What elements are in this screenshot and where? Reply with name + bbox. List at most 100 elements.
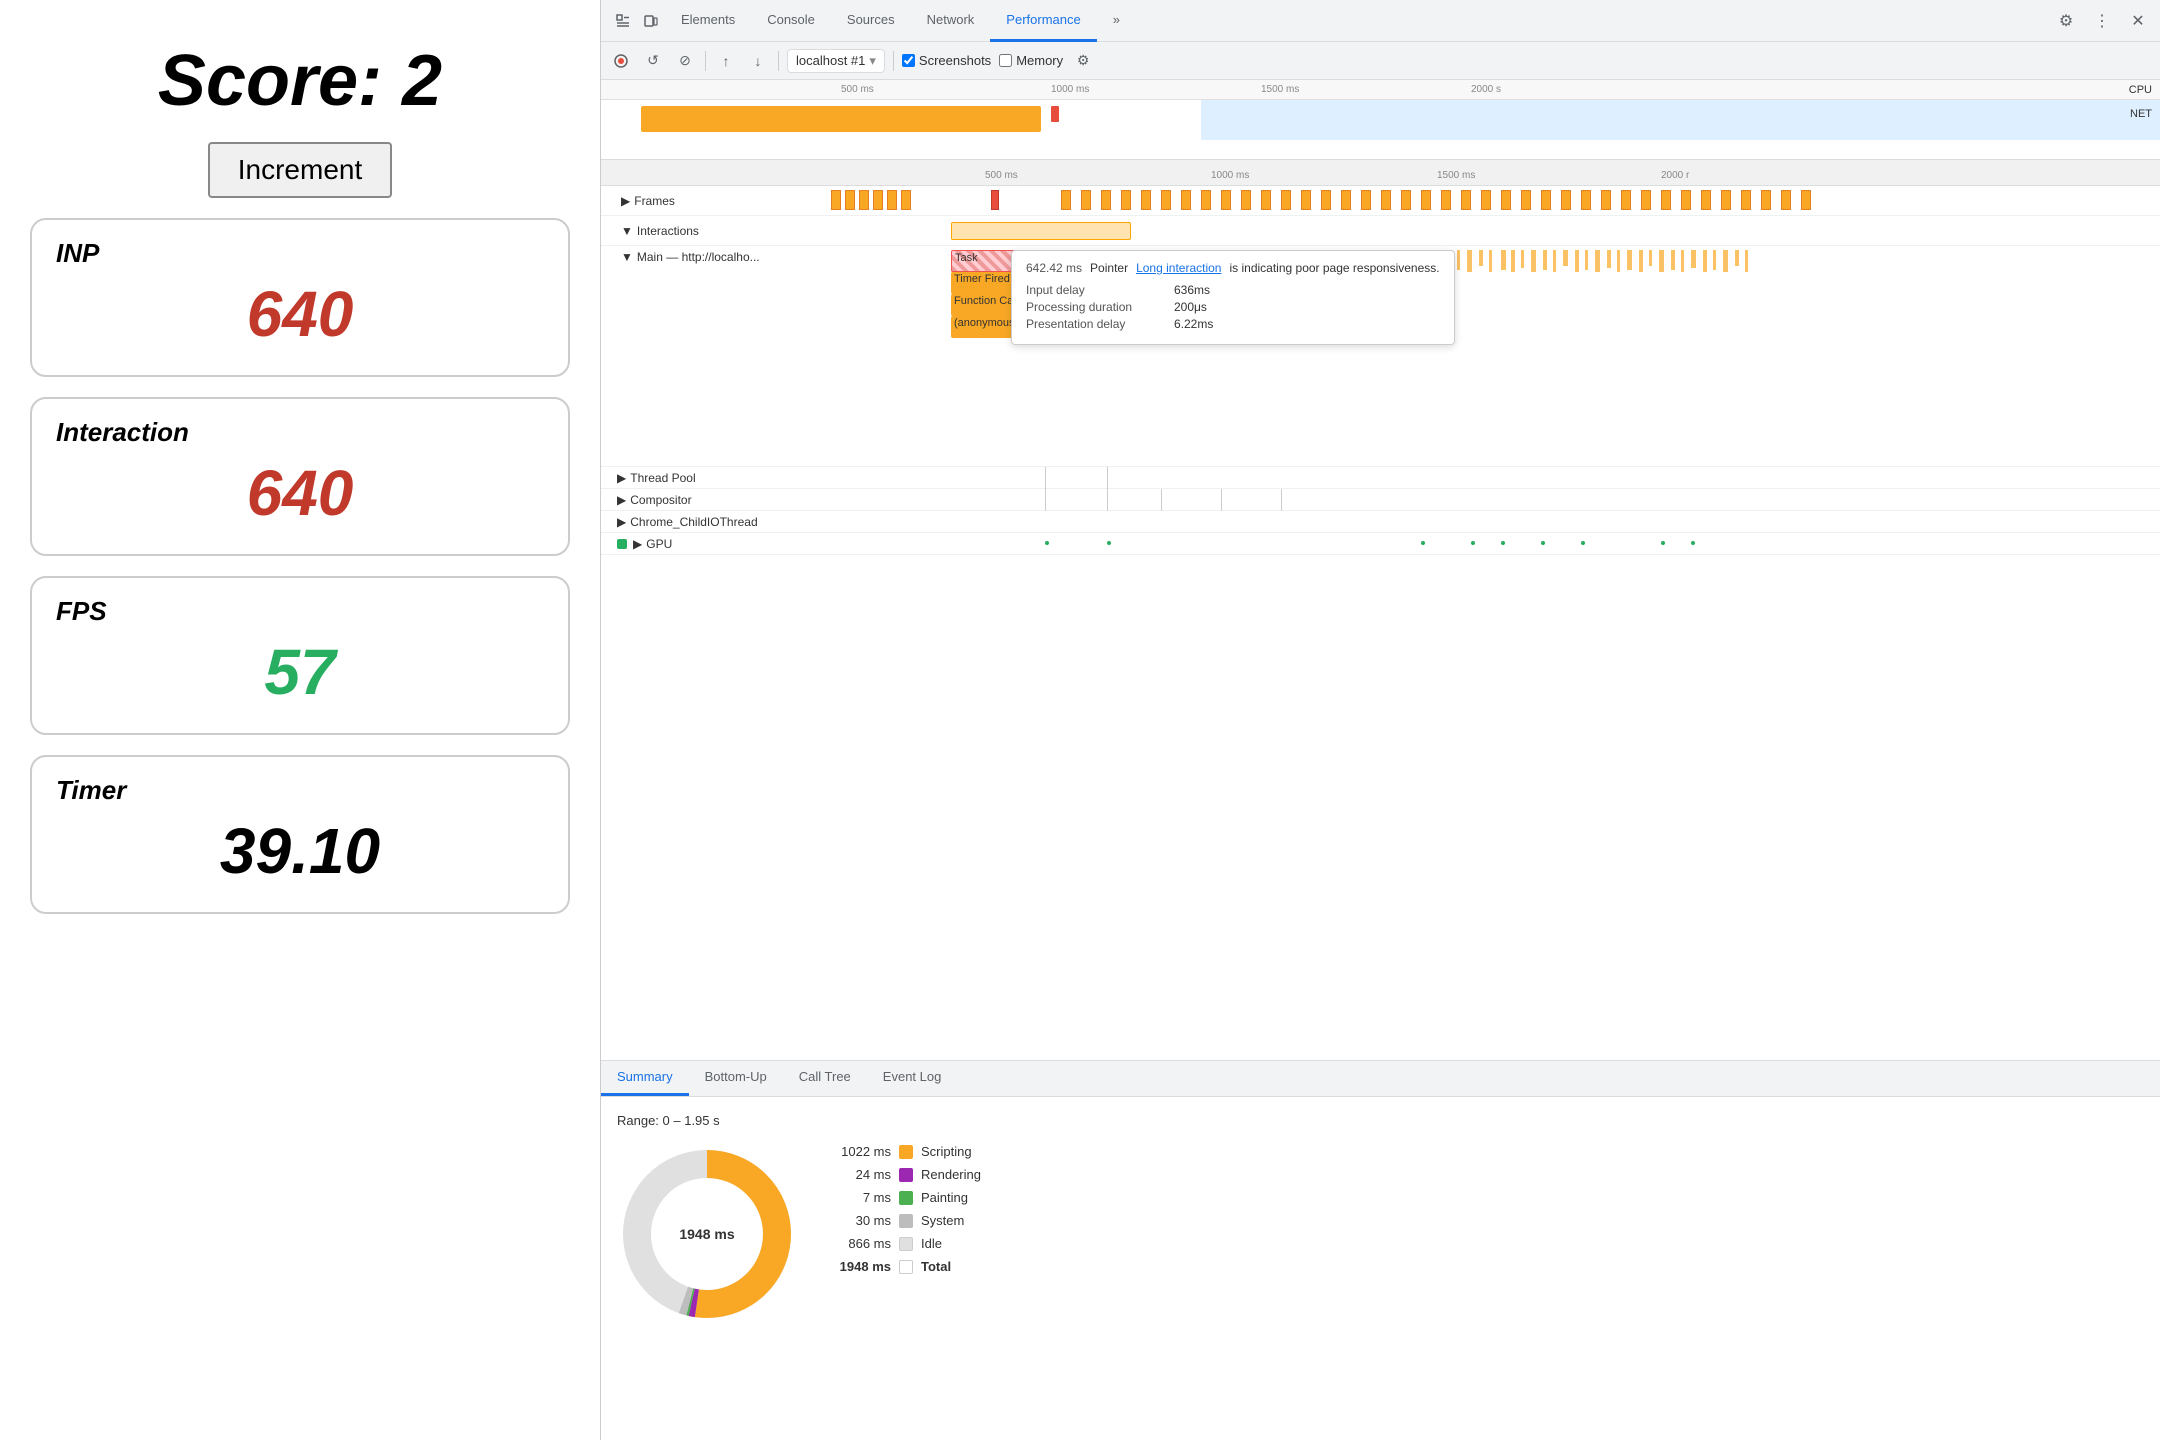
tooltip-processing-label: Processing duration (1026, 300, 1166, 314)
painting-name: Painting (921, 1190, 968, 1205)
legend: 1022 ms Scripting 24 ms Rendering 7 ms P… (821, 1144, 981, 1274)
compositor-label[interactable]: ▶ Compositor (601, 493, 821, 507)
cpu-label: CPU (2129, 84, 2152, 96)
separator2 (778, 51, 779, 71)
tab-summary[interactable]: Summary (601, 1060, 689, 1096)
tab-call-tree[interactable]: Call Tree (783, 1060, 867, 1096)
url-bar[interactable]: localhost #1 ▾ (787, 49, 885, 73)
main-expand-icon: ▼ (621, 250, 633, 264)
tooltip-processing-val: 200μs (1174, 300, 1207, 314)
timeline-overview[interactable]: 500 ms 1000 ms 1500 ms 2000 s CPU NET (601, 80, 2160, 160)
frame-tick-10 (1121, 190, 1131, 210)
frame-tick-32 (1561, 190, 1571, 210)
upload-icon[interactable]: ↑ (714, 49, 738, 73)
interactions-content (821, 216, 2160, 246)
frame-tick-20 (1321, 190, 1331, 210)
frame-tick-13 (1181, 190, 1191, 210)
compositor-track: ▶ Compositor (601, 489, 2160, 511)
devtools-icons: ⚙ ⋮ ✕ (2052, 7, 2152, 35)
tab-sources[interactable]: Sources (831, 0, 911, 42)
timeline-main[interactable]: 500 ms 1000 ms 1500 ms 2000 r ▶ Frames (601, 160, 2160, 1060)
download-icon[interactable]: ↓ (746, 49, 770, 73)
legend-idle: 866 ms Idle (821, 1236, 981, 1251)
frame-tick-24 (1401, 190, 1411, 210)
interaction-tooltip: 642.42 ms Pointer Long interaction is in… (1011, 250, 1455, 345)
gpu-label[interactable]: ▶ GPU (601, 537, 821, 551)
tab-network[interactable]: Network (911, 0, 991, 42)
frame-tick-red-1 (991, 190, 999, 210)
tab-more[interactable]: » (1097, 0, 1136, 42)
frame-tick-2 (845, 190, 855, 210)
interaction-value: 640 (247, 456, 354, 530)
frame-tick-40 (1721, 190, 1731, 210)
close-icon[interactable]: ✕ (2124, 7, 2152, 35)
tab-event-log[interactable]: Event Log (867, 1060, 958, 1096)
frame-tick-44 (1801, 190, 1811, 210)
tab-console[interactable]: Console (751, 0, 831, 42)
frame-tick-1 (831, 190, 841, 210)
left-panel: Score: 2 Increment INP 640 Interaction 6… (0, 0, 600, 1440)
tooltip-type: Pointer (1090, 261, 1128, 275)
cpu-spike (1051, 106, 1059, 122)
refresh-record-icon[interactable]: ↺ (641, 49, 665, 73)
frame-tick-41 (1741, 190, 1751, 210)
frame-tick-38 (1681, 190, 1691, 210)
frame-tick-16 (1241, 190, 1251, 210)
frame-tick-37 (1661, 190, 1671, 210)
compositor-content (821, 489, 2160, 511)
record-icon[interactable] (609, 49, 633, 73)
frame-tick-28 (1481, 190, 1491, 210)
idle-swatch (899, 1237, 913, 1251)
tab-performance[interactable]: Performance (990, 0, 1096, 42)
url-text: localhost #1 (796, 53, 865, 68)
more-icon[interactable]: ⋮ (2088, 7, 2116, 35)
range-text: Range: 0 – 1.95 s (617, 1113, 2144, 1128)
separator (705, 51, 706, 71)
tooltip-link[interactable]: Long interaction (1136, 261, 1221, 275)
tab-elements[interactable]: Elements (665, 0, 751, 42)
interactions-label[interactable]: ▼ Interactions (601, 224, 821, 238)
painting-swatch (899, 1191, 913, 1205)
interaction-label: Interaction (56, 417, 189, 448)
timer-card: Timer 39.10 (30, 755, 570, 914)
settings-icon[interactable]: ⚙ (2052, 7, 2080, 35)
chrome-child-expand-icon: ▶ (617, 515, 626, 529)
frame-tick-17 (1261, 190, 1271, 210)
frame-tick-8 (1081, 190, 1091, 210)
frame-tick-42 (1761, 190, 1771, 210)
frames-expand-icon: ▶ (621, 194, 630, 208)
gpu-icon (617, 539, 627, 549)
inspect-icon[interactable] (609, 7, 637, 35)
frame-tick-39 (1701, 190, 1711, 210)
system-ms: 30 ms (821, 1213, 891, 1228)
score-title: Score: 2 (158, 40, 442, 122)
increment-button[interactable]: Increment (208, 142, 393, 198)
interaction-bar-1[interactable] (951, 222, 1131, 240)
memory-checkbox[interactable] (999, 54, 1012, 67)
sep3 (893, 51, 894, 71)
memory-checkbox-row[interactable]: Memory (999, 53, 1063, 68)
frames-label[interactable]: ▶ Frames (601, 194, 821, 208)
ruler-500: 500 ms (841, 84, 874, 95)
tooltip-message: is indicating poor page responsiveness. (1229, 261, 1439, 275)
screenshots-checkbox-row[interactable]: Screenshots (902, 53, 991, 68)
clear-icon[interactable]: ⊘ (673, 49, 697, 73)
donut-center-label: 1948 ms (679, 1226, 734, 1242)
ruler-1500: 1500 ms (1261, 84, 1299, 95)
frame-tick-9 (1101, 190, 1111, 210)
thread-pool-label[interactable]: ▶ Thread Pool (601, 471, 821, 485)
main-thread-content[interactable]: Task Timer Fired Function Call (anonymou… (821, 246, 2160, 466)
chrome-child-label[interactable]: ▶ Chrome_ChildIOThread (601, 515, 821, 529)
perf-settings-icon[interactable]: ⚙ (1071, 49, 1095, 73)
inp-label: INP (56, 238, 99, 269)
thread-pool-track: ▶ Thread Pool (601, 467, 2160, 489)
main-thread-track: ▼ Main — http://localho... Task Timer Fi… (601, 246, 2160, 467)
timer-value: 39.10 (220, 814, 380, 888)
fps-card: FPS 57 (30, 576, 570, 735)
system-swatch (899, 1214, 913, 1228)
scripting-ms: 1022 ms (821, 1144, 891, 1159)
tab-bottom-up[interactable]: Bottom-Up (689, 1060, 783, 1096)
donut-chart: 1948 ms (617, 1144, 797, 1324)
screenshots-checkbox[interactable] (902, 54, 915, 67)
device-icon[interactable] (637, 7, 665, 35)
